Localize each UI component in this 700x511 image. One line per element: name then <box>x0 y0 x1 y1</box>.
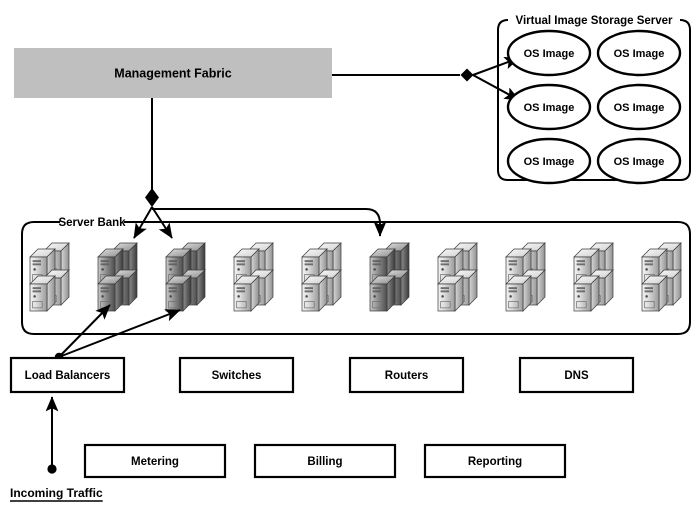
server-icon[interactable] <box>369 242 410 312</box>
server-icon-list <box>29 242 682 312</box>
os-image-label: OS Image <box>614 102 665 114</box>
os-image-label: OS Image <box>614 48 665 60</box>
service-box-label: Metering <box>131 456 179 468</box>
connector-incoming-traffic <box>45 396 59 474</box>
os-image-node[interactable]: OS Image <box>596 29 682 77</box>
os-image-list: OS Image OS Image OS Image OS Image OS Image… <box>506 29 682 185</box>
os-image-label: OS Image <box>524 156 575 168</box>
server-icon[interactable] <box>573 242 614 312</box>
service-box[interactable]: Billing <box>253 443 397 479</box>
server-icon[interactable] <box>165 242 206 312</box>
server-icon[interactable] <box>97 242 138 312</box>
architecture-diagram: Management Fabric Virtual Image Storage … <box>0 0 700 511</box>
service-box-label: Routers <box>385 370 428 382</box>
os-image-node[interactable]: OS Image <box>506 83 592 131</box>
service-box-label: Reporting <box>468 456 522 468</box>
server-icon[interactable] <box>437 242 478 312</box>
server-icon[interactable] <box>301 242 342 312</box>
service-box-label: Switches <box>212 370 262 382</box>
junction-diamond-storage <box>460 68 474 82</box>
service-box[interactable]: Load Balancers <box>9 356 126 394</box>
os-image-label: OS Image <box>524 48 575 60</box>
service-box-label: DNS <box>564 370 589 382</box>
service-row-primary: Load Balancers Switches Routers DNS <box>9 356 635 394</box>
service-box[interactable]: Reporting <box>423 443 567 479</box>
os-image-node[interactable]: OS Image <box>506 29 592 77</box>
os-image-node[interactable]: OS Image <box>596 137 682 185</box>
server-icon[interactable] <box>641 242 682 312</box>
service-box[interactable]: Switches <box>178 356 295 394</box>
service-box[interactable]: Routers <box>348 356 465 394</box>
incoming-traffic-node: Incoming Traffic <box>10 486 103 502</box>
management-fabric-label: Management Fabric <box>114 66 231 80</box>
os-image-label: OS Image <box>614 156 665 168</box>
server-icon[interactable] <box>233 242 274 312</box>
connector-fabric-to-servers <box>133 98 387 239</box>
storage-group-label: Virtual Image Storage Server <box>515 15 673 27</box>
service-box-label: Load Balancers <box>25 370 111 382</box>
os-image-node[interactable]: OS Image <box>596 83 682 131</box>
server-icon[interactable] <box>505 242 546 312</box>
os-image-label: OS Image <box>524 102 575 114</box>
server-bank-label: Server Bank <box>58 217 126 229</box>
connector-fabric-to-storage <box>332 56 520 101</box>
incoming-traffic-label: Incoming Traffic <box>10 486 103 500</box>
service-box-label: Billing <box>307 456 342 468</box>
server-icon[interactable] <box>29 242 70 312</box>
service-box[interactable]: Metering <box>83 443 227 479</box>
os-image-node[interactable]: OS Image <box>506 137 592 185</box>
management-fabric-node[interactable]: Management Fabric <box>14 48 332 98</box>
junction-diamond-servers <box>145 188 159 207</box>
service-box[interactable]: DNS <box>518 356 635 394</box>
service-row-secondary: Metering Billing Reporting <box>83 443 567 479</box>
diagram-canvas: Management Fabric Virtual Image Storage … <box>9 15 691 502</box>
